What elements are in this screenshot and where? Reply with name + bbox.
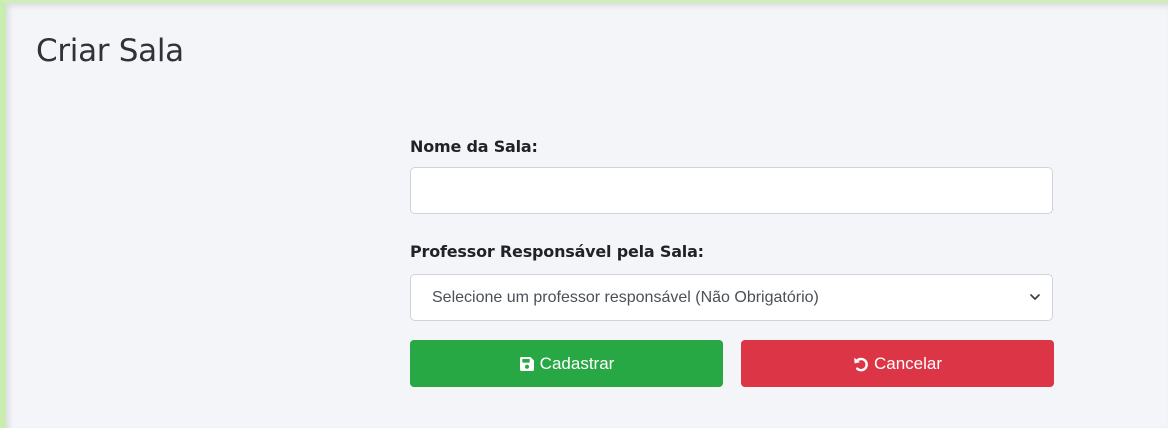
cancel-button[interactable]: Cancelar	[741, 340, 1054, 387]
undo-icon	[853, 356, 869, 372]
room-name-input[interactable]	[410, 167, 1053, 214]
save-button-label: Cadastrar	[539, 353, 615, 373]
cancel-button-label: Cancelar	[873, 353, 943, 373]
teacher-select-value: Selecione um professor responsável (Não …	[432, 288, 819, 306]
page-container: Criar Sala Nome da Sala: Professor Respo…	[0, 0, 1168, 428]
teacher-label: Professor Responsável pela Sala:	[410, 242, 704, 261]
teacher-select[interactable]: Selecione um professor responsável (Não …	[410, 274, 1053, 321]
save-icon	[519, 356, 535, 372]
chevron-down-icon	[1030, 294, 1040, 300]
room-name-label: Nome da Sala:	[410, 137, 538, 156]
save-button[interactable]: Cadastrar	[410, 340, 723, 387]
page-title: Criar Sala	[36, 33, 184, 69]
